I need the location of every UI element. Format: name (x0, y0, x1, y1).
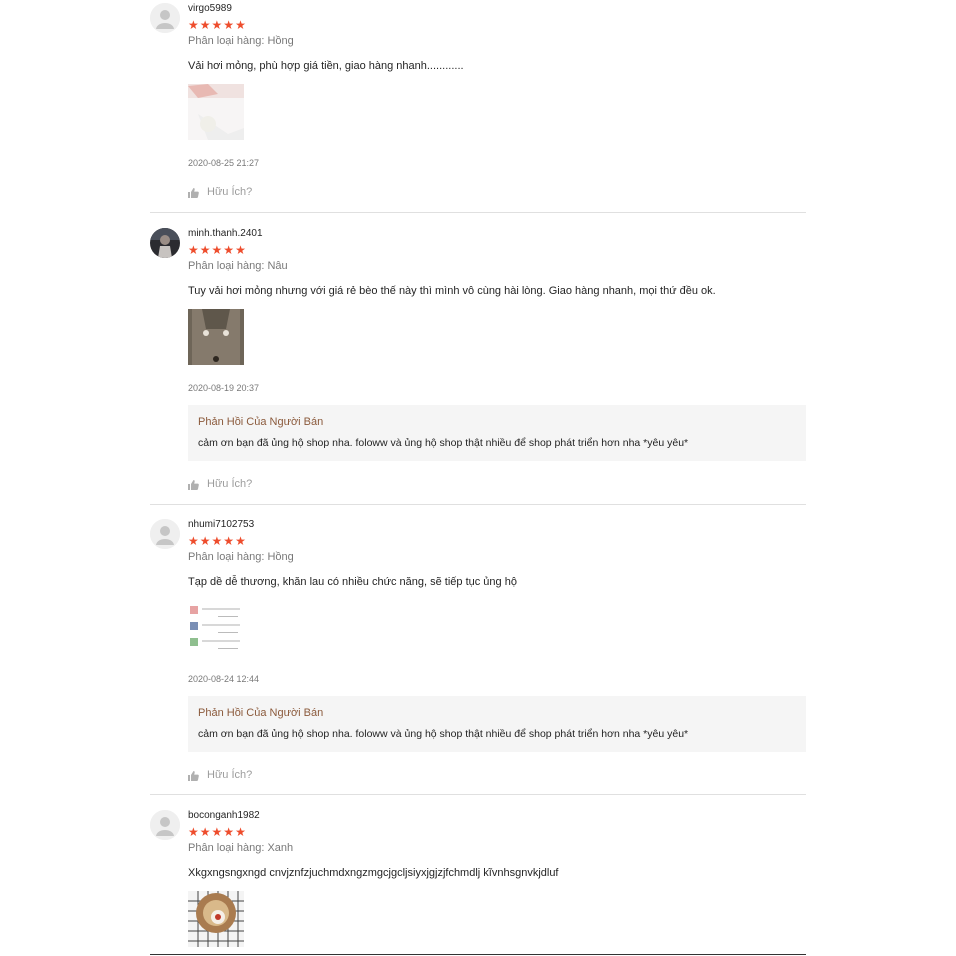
review-item: virgo5989 ★ ★ ★ ★ ★ Phân loại hàng: Hồng … (150, 3, 806, 213)
variation: Phân loại hàng: Nâu (188, 260, 806, 273)
review-body: minh.thanh.2401 ★ ★ ★ ★ ★ Phân loại hàng… (188, 228, 806, 491)
seller-reply: Phản Hồi Của Người Bán cảm ơn bạn đã ủng… (188, 405, 806, 461)
review-item: boconganh1982 ★ ★ ★ ★ ★ Phân loại hàng: X… (150, 810, 806, 950)
seller-reply-text: cảm ơn bạn đã ủng hộ shop nha. foloww và… (198, 728, 689, 740)
review-comment: Vải hơi mỏng, phù hợp giá tiền, giao hàn… (188, 60, 464, 72)
user-photo-icon (150, 228, 180, 258)
star-icon: ★ (223, 534, 235, 548)
seller-reply-text: cảm ơn bạn đã ủng hộ shop nha. foloww và… (198, 437, 689, 449)
username[interactable]: minh.thanh.2401 (188, 228, 806, 240)
review-photo[interactable] (188, 309, 244, 365)
helpful-button[interactable]: Hữu Ích? (188, 478, 806, 491)
star-icon: ★ (211, 534, 223, 548)
avatar[interactable] (150, 3, 180, 33)
star-rating: ★ ★ ★ ★ ★ (188, 19, 806, 31)
variation: Phân loại hàng: Hồng (188, 551, 806, 564)
star-icon: ★ (199, 825, 211, 839)
review-time: 2020-08-19 20:37 (188, 383, 260, 393)
star-icon: ★ (235, 534, 246, 548)
variation: Phân loại hàng: Hồng (188, 35, 806, 48)
username[interactable]: nhumi7102753 (188, 519, 806, 531)
star-rating: ★ ★ ★ ★ ★ (188, 826, 806, 838)
default-user-icon (150, 3, 180, 33)
star-icon: ★ (188, 825, 199, 839)
star-icon: ★ (199, 243, 211, 257)
helpful-button[interactable]: Hữu Ích? (188, 769, 806, 782)
variation-label: Phân loại hàng: (188, 842, 265, 854)
seller-reply-title: Phản Hồi Của Người Bán (198, 416, 324, 428)
review-time: 2020-08-24 12:44 (188, 674, 260, 684)
thumbs-up-icon (188, 770, 199, 781)
review-photo[interactable] (188, 891, 244, 947)
star-icon: ★ (188, 18, 199, 32)
review-photo[interactable] (188, 84, 244, 140)
photo-image (188, 309, 244, 365)
photo-image (188, 891, 244, 947)
username[interactable]: boconganh1982 (188, 810, 806, 822)
seller-reply-title: Phản Hồi Của Người Bán (198, 707, 324, 719)
star-rating: ★ ★ ★ ★ ★ (188, 244, 806, 256)
variation-value: Hồng (267, 551, 294, 563)
seller-reply: Phản Hồi Của Người Bán cảm ơn bạn đã ủng… (188, 696, 806, 752)
star-icon: ★ (235, 18, 246, 32)
variation-label: Phân loại hàng: (188, 260, 265, 272)
review-item: nhumi7102753 ★ ★ ★ ★ ★ Phân loại hàng: Hồ… (150, 519, 806, 795)
review-body: nhumi7102753 ★ ★ ★ ★ ★ Phân loại hàng: Hồ… (188, 519, 806, 782)
variation-value: Hồng (267, 35, 294, 47)
star-icon: ★ (188, 243, 199, 257)
avatar[interactable] (150, 810, 180, 840)
helpful-label: Hữu Ích? (207, 478, 253, 490)
helpful-label: Hữu Ích? (207, 186, 253, 198)
photo-image (188, 600, 244, 656)
review-comment: Tạp dề dễ thương, khăn lau có nhiều chức… (188, 576, 517, 588)
variation: Phân loại hàng: Xanh (188, 842, 806, 855)
review-comment: Xkgxngsngxngd cnvjznfzjuchmdxngzmgcjgclj… (188, 867, 559, 879)
star-icon: ★ (199, 534, 211, 548)
star-icon: ★ (235, 825, 246, 839)
variation-value: Nâu (267, 260, 288, 272)
review-time: 2020-08-25 21:27 (188, 158, 260, 168)
review-comment: Tuy vải hơi mỏng nhưng với giá rẻ bèo th… (188, 285, 716, 297)
review-body: boconganh1982 ★ ★ ★ ★ ★ Phân loại hàng: X… (188, 810, 806, 947)
review-body: virgo5989 ★ ★ ★ ★ ★ Phân loại hàng: Hồng … (188, 3, 806, 199)
avatar[interactable] (150, 519, 180, 549)
variation-label: Phân loại hàng: (188, 551, 265, 563)
username[interactable]: virgo5989 (188, 3, 806, 15)
star-icon: ★ (188, 534, 199, 548)
star-icon: ★ (223, 18, 235, 32)
divider (150, 954, 806, 955)
star-icon: ★ (235, 243, 246, 257)
avatar[interactable] (150, 228, 180, 258)
thumbs-up-icon (188, 479, 199, 490)
star-icon: ★ (223, 825, 235, 839)
star-icon: ★ (211, 18, 223, 32)
star-icon: ★ (211, 243, 223, 257)
default-user-icon (150, 810, 180, 840)
review-photo[interactable] (188, 600, 244, 656)
star-icon: ★ (199, 18, 211, 32)
photo-image (188, 84, 244, 140)
star-icon: ★ (211, 825, 223, 839)
variation-label: Phân loại hàng: (188, 35, 265, 47)
star-rating: ★ ★ ★ ★ ★ (188, 535, 806, 547)
review-item: minh.thanh.2401 ★ ★ ★ ★ ★ Phân loại hàng… (150, 228, 806, 505)
variation-value: Xanh (267, 842, 294, 854)
helpful-button[interactable]: Hữu Ích? (188, 186, 806, 199)
helpful-label: Hữu Ích? (207, 769, 253, 781)
default-user-icon (150, 519, 180, 549)
thumbs-up-icon (188, 187, 199, 198)
star-icon: ★ (223, 243, 235, 257)
